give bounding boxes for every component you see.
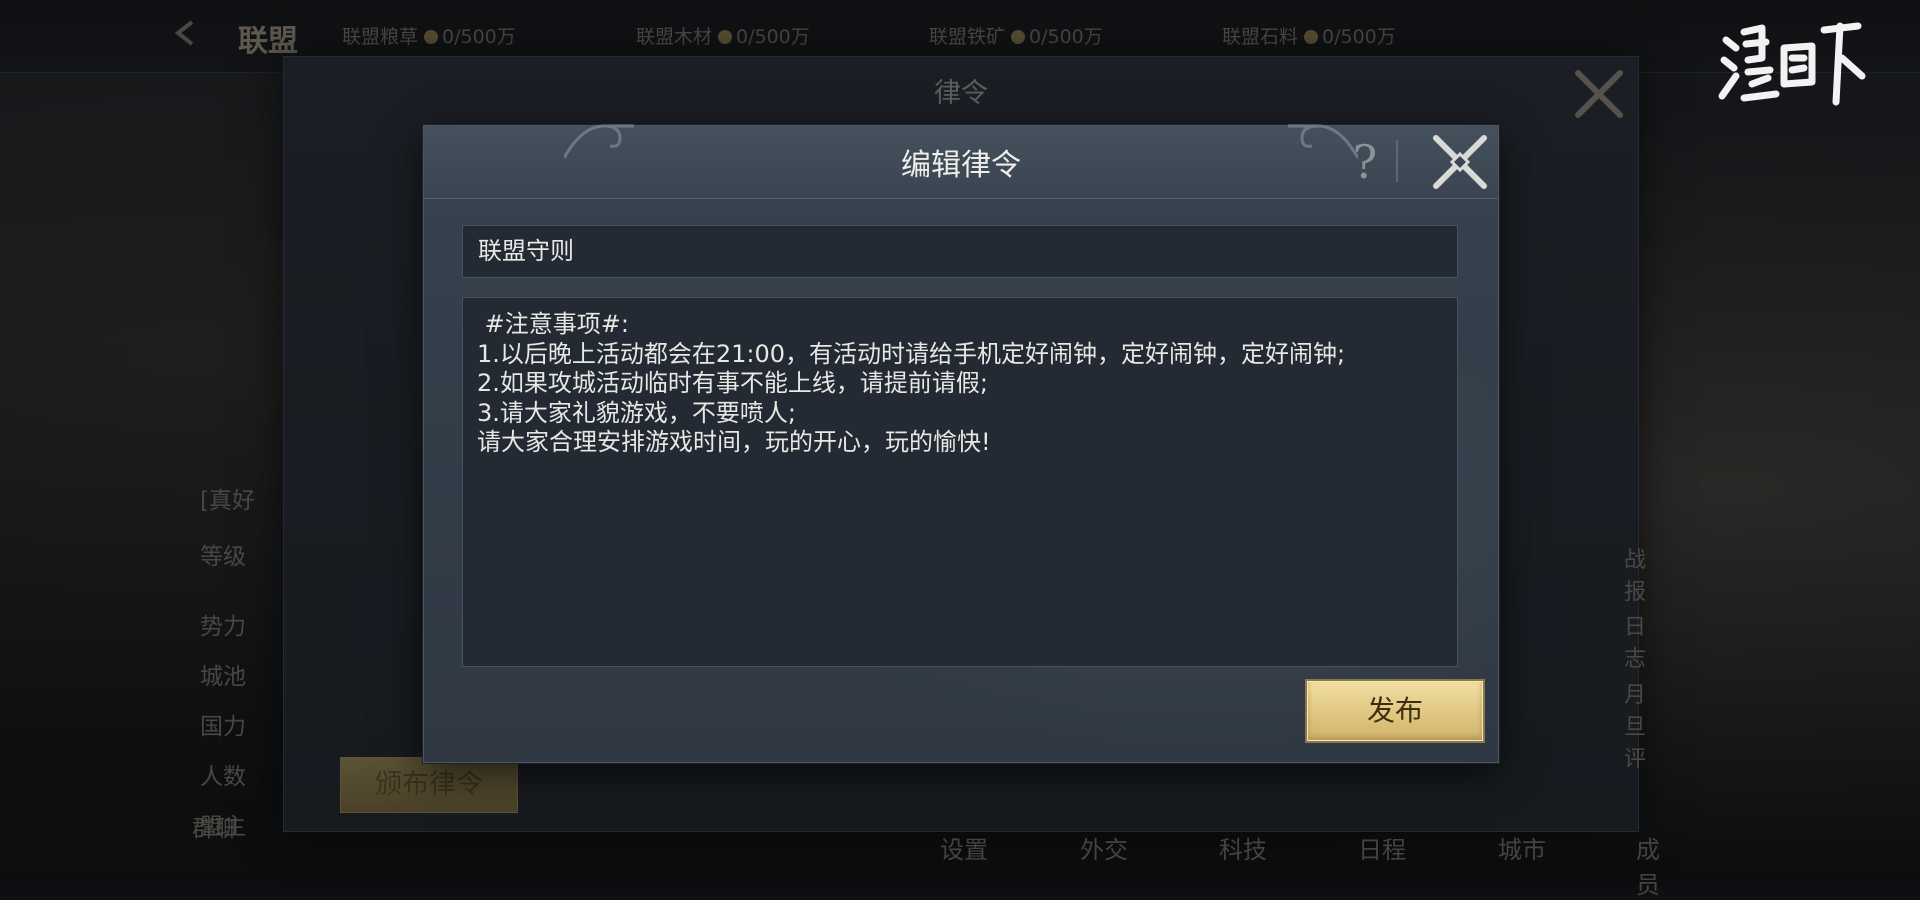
close-icon[interactable] bbox=[1426, 128, 1494, 196]
log-link[interactable]: 日志 bbox=[1624, 609, 1646, 673]
back-arrow-icon[interactable] bbox=[170, 18, 204, 48]
law-panel-close-icon[interactable] bbox=[1566, 61, 1632, 127]
iron-icon bbox=[1011, 30, 1026, 44]
resource-iron: 联盟铁矿 0/500万 bbox=[929, 22, 1103, 49]
resource-label: 联盟木材 bbox=[636, 26, 713, 48]
info-row: 国力 bbox=[200, 714, 246, 740]
resource-label: 联盟石料 bbox=[1222, 26, 1299, 48]
resource-grain: 联盟粮草 0/500万 bbox=[342, 22, 516, 49]
nav-diplomacy[interactable]: 外交 bbox=[1080, 830, 1128, 865]
help-icon[interactable]: ? bbox=[1342, 134, 1388, 190]
alliance-title: 联盟 bbox=[238, 24, 298, 59]
info-row: 城池 bbox=[200, 664, 246, 690]
monthly-review-link[interactable]: 月旦评 bbox=[1624, 677, 1646, 773]
stone-icon bbox=[1304, 30, 1319, 44]
law-panel-title: 律令 bbox=[934, 78, 988, 109]
resource-value: 0/500万 bbox=[1029, 26, 1103, 48]
law-name-input[interactable]: 联盟守则 bbox=[462, 225, 1458, 278]
dialog-header: 编辑律令 ? bbox=[424, 124, 1498, 199]
resource-value: 0/500万 bbox=[1322, 26, 1396, 48]
nav-schedule[interactable]: 日程 bbox=[1358, 830, 1406, 865]
info-row: 势力 bbox=[200, 614, 246, 640]
nav-members[interactable]: 成员 bbox=[1636, 830, 1660, 900]
grain-icon bbox=[424, 30, 439, 44]
resource-label: 联盟粮草 bbox=[342, 26, 419, 48]
header-divider bbox=[1396, 140, 1398, 182]
dialog-title: 编辑律令 bbox=[901, 148, 1021, 183]
issue-law-button[interactable]: 颁布律令 bbox=[340, 757, 518, 813]
battle-report-link[interactable]: 战报 bbox=[1624, 542, 1646, 606]
resource-value: 0/500万 bbox=[442, 26, 516, 48]
publish-button[interactable]: 发布 bbox=[1307, 681, 1483, 741]
game-logo bbox=[1718, 18, 1868, 110]
nav-cities[interactable]: 城市 bbox=[1498, 830, 1546, 865]
info-row-chat[interactable]: 群聊 bbox=[192, 809, 238, 843]
info-row: 人数 bbox=[200, 764, 246, 790]
edit-law-dialog: 编辑律令 ? 联盟守则 #注意事项#: 1.以后晚上活动都会在21:00，有活动… bbox=[423, 124, 1499, 763]
resource-stone: 联盟石料 0/500万 bbox=[1222, 22, 1396, 49]
info-row: [真好 bbox=[200, 488, 255, 514]
nav-settings[interactable]: 设置 bbox=[940, 830, 988, 865]
nav-technology[interactable]: 科技 bbox=[1219, 830, 1267, 865]
resource-value: 0/500万 bbox=[736, 26, 810, 48]
law-content-textarea[interactable]: #注意事项#: 1.以后晚上活动都会在21:00，有活动时请给手机定好闹钟，定好… bbox=[462, 297, 1458, 667]
info-row: 等级 bbox=[200, 544, 246, 570]
resource-wood: 联盟木材 0/500万 bbox=[636, 22, 810, 49]
resource-label: 联盟铁矿 bbox=[929, 26, 1006, 48]
wood-icon bbox=[718, 30, 733, 44]
